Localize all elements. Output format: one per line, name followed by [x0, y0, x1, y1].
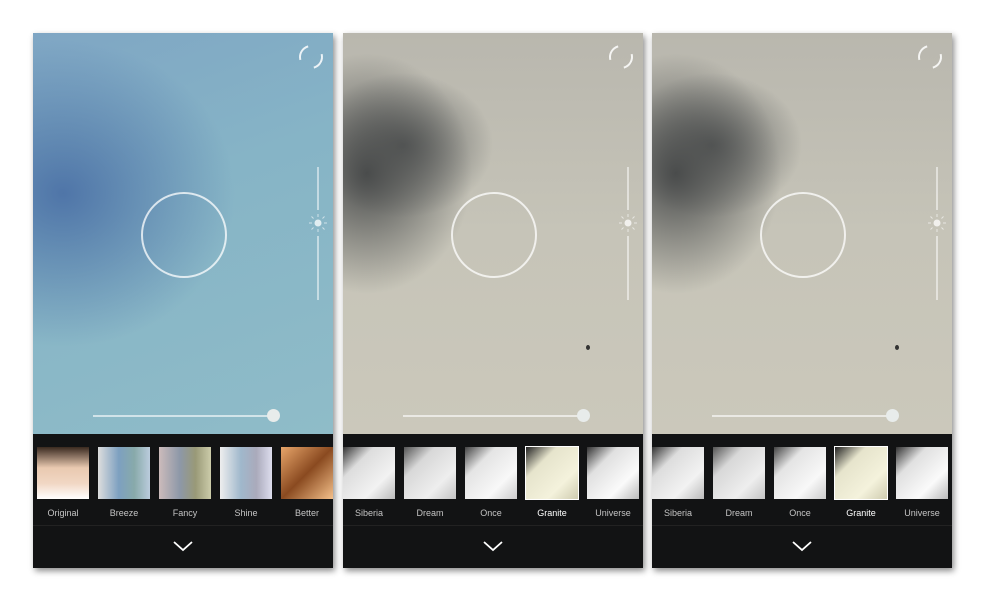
filter-dream[interactable]: Dream [713, 447, 765, 518]
filter-thumbnail [774, 447, 826, 499]
filter-label: Better [294, 508, 319, 518]
camera-panel-1: Original Breeze Fancy Shine Better [33, 33, 333, 568]
chevron-down-icon[interactable] [481, 538, 505, 554]
filter-thumbnail [713, 447, 765, 499]
filter-siberia[interactable]: Siberia [343, 447, 395, 518]
filter-shine[interactable]: Shine [220, 447, 272, 518]
refresh-icon[interactable] [294, 40, 328, 74]
filter-strip[interactable]: Original Breeze Fancy Shine Better [33, 434, 333, 526]
exposure-slider[interactable] [403, 415, 583, 417]
brightness-slider-track[interactable] [627, 167, 629, 210]
filter-better[interactable]: Better [281, 447, 333, 518]
filter-thumbnail [98, 447, 150, 499]
filter-thumbnail [343, 447, 395, 499]
refresh-icon[interactable] [604, 40, 638, 74]
filter-label: Universe [904, 508, 940, 518]
brightness-slider-track[interactable] [936, 236, 938, 300]
camera-preview[interactable] [652, 33, 952, 434]
brightness-slider-track[interactable] [627, 236, 629, 300]
filter-universe[interactable]: Universe [896, 447, 948, 518]
speck [586, 345, 590, 350]
exposure-slider-knob[interactable] [577, 409, 590, 422]
chevron-down-icon[interactable] [171, 538, 195, 554]
filter-once[interactable]: Once [465, 447, 517, 518]
brightness-slider-track[interactable] [317, 236, 319, 300]
filter-original[interactable]: Original [37, 447, 89, 518]
focus-circle [760, 192, 846, 278]
refresh-icon[interactable] [913, 40, 947, 74]
filter-granite[interactable]: Granite [834, 446, 888, 518]
filter-thumbnail [220, 447, 272, 499]
camera-preview[interactable] [33, 33, 333, 434]
filter-label: Universe [595, 508, 631, 518]
filter-granite[interactable]: Granite [525, 446, 579, 518]
exposure-slider-knob[interactable] [886, 409, 899, 422]
filter-thumbnail [404, 447, 456, 499]
filter-once[interactable]: Once [774, 447, 826, 518]
brightness-slider-track[interactable] [317, 167, 319, 210]
filter-fancy[interactable]: Fancy [159, 447, 211, 518]
filter-dream[interactable]: Dream [404, 447, 456, 518]
filter-thumbnail [652, 447, 704, 499]
exposure-slider-knob[interactable] [267, 409, 280, 422]
filter-universe[interactable]: Universe [587, 447, 639, 518]
filter-strip[interactable]: Siberia Dream Once Granite Universe [652, 434, 952, 526]
filter-thumbnail [37, 447, 89, 499]
exposure-slider[interactable] [712, 415, 892, 417]
filter-siberia[interactable]: Siberia [652, 447, 704, 518]
filter-thumbnail [159, 447, 211, 499]
filter-thumbnail [525, 446, 579, 500]
exposure-slider[interactable] [93, 415, 273, 417]
filter-thumbnail [896, 447, 948, 499]
camera-panel-2: Siberia Dream Once Granite Universe [343, 33, 643, 568]
sun-icon[interactable] [927, 213, 947, 233]
filter-thumbnail [465, 447, 517, 499]
filter-strip[interactable]: Siberia Dream Once Granite Universe [343, 434, 643, 526]
filter-thumbnail [834, 446, 888, 500]
focus-circle [451, 192, 537, 278]
filter-thumbnail [587, 447, 639, 499]
filter-breeze[interactable]: Breeze [98, 447, 150, 518]
camera-panel-3: Siberia Dream Once Granite Universe [652, 33, 952, 568]
sun-icon[interactable] [308, 213, 328, 233]
camera-preview[interactable] [343, 33, 643, 434]
chevron-down-icon[interactable] [790, 538, 814, 554]
speck [895, 345, 899, 350]
filter-thumbnail [281, 447, 333, 499]
focus-circle [141, 192, 227, 278]
brightness-slider-track[interactable] [936, 167, 938, 210]
sun-icon[interactable] [618, 213, 638, 233]
